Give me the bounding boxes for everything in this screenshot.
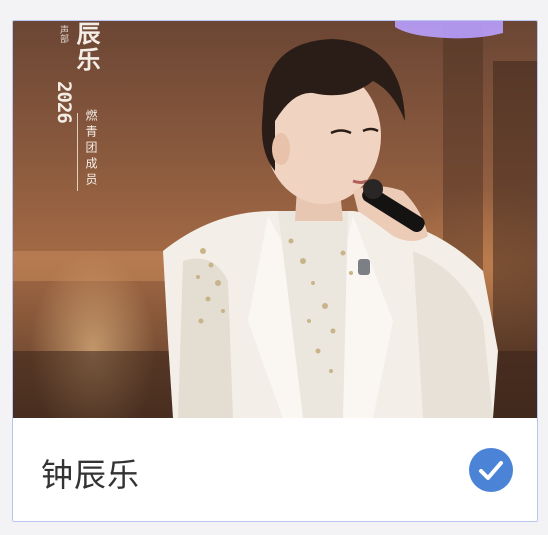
overlay-year-text: 2026	[53, 81, 75, 123]
card-footer: 钟辰乐	[13, 418, 537, 521]
overlay-divider	[77, 113, 78, 191]
performer-illustration	[13, 21, 537, 418]
candidate-card[interactable]: 声部 辰乐 2026 燃青团成员 钟辰乐	[12, 20, 538, 522]
check-circle-icon[interactable]	[469, 448, 513, 492]
overlay-name-text: 辰乐	[72, 21, 100, 73]
candidate-photo: 声部 辰乐 2026 燃青团成员	[13, 21, 537, 418]
overlay-role-text: 燃青团成员	[84, 109, 98, 189]
candidate-name: 钟辰乐	[41, 456, 141, 494]
